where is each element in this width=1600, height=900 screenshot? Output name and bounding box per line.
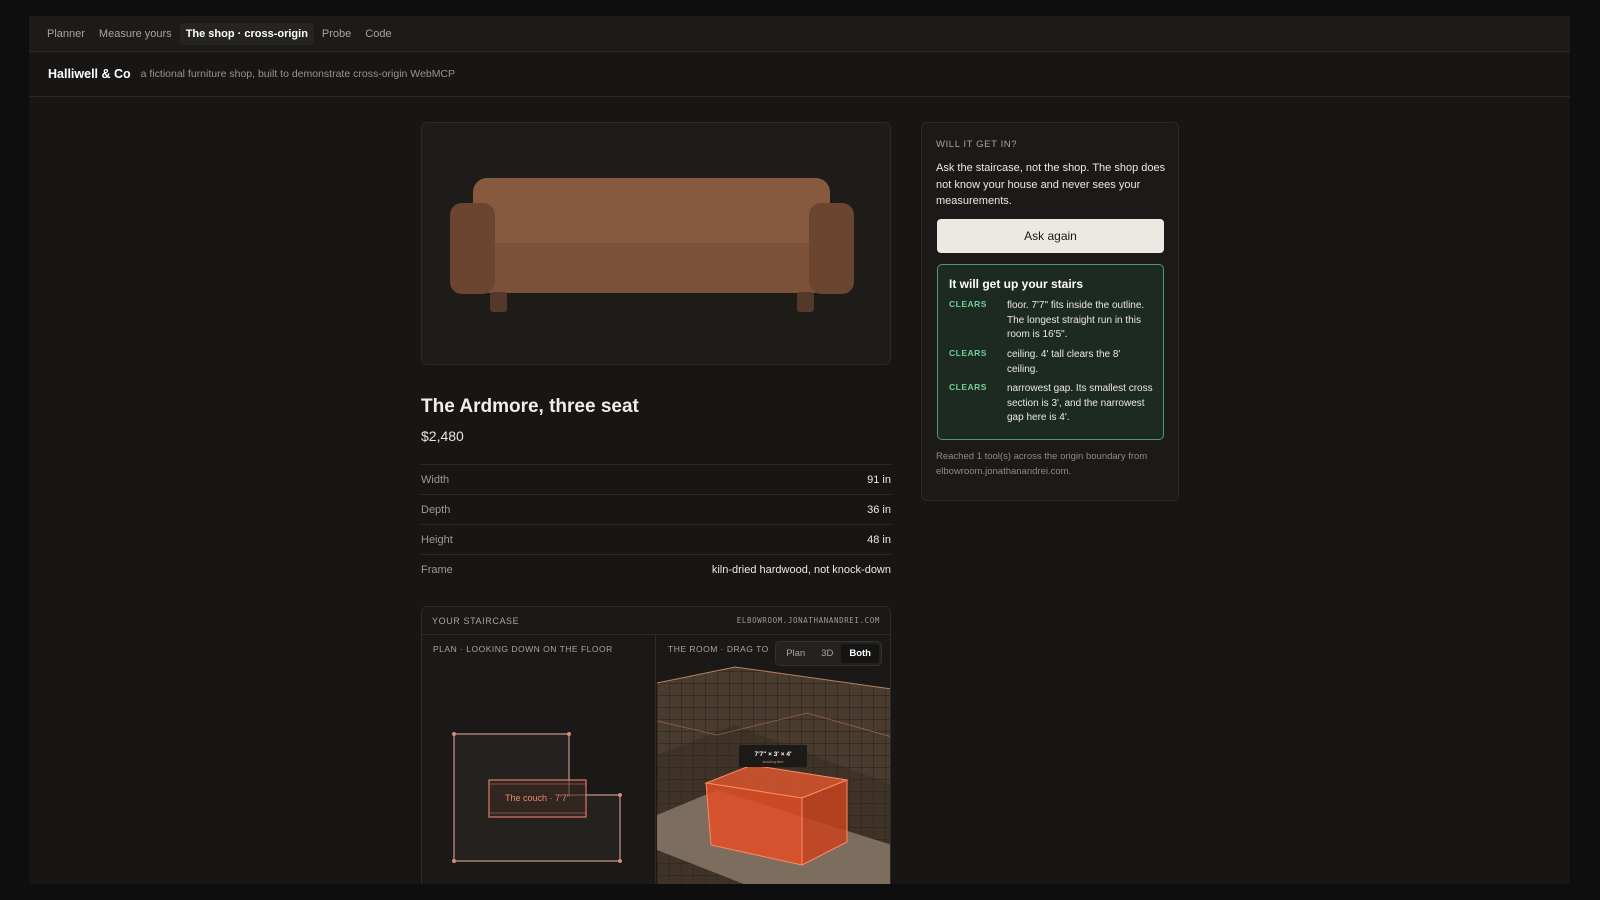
spec-label: Width: [421, 473, 450, 486]
view-toggle-plan[interactable]: Plan: [778, 644, 813, 663]
spec-table: Width 91 in Depth 36 in Height 48 in Fra…: [421, 464, 891, 584]
spec-value: 48 in: [867, 533, 891, 546]
spec-label: Frame: [421, 563, 453, 576]
spec-value: kiln-dried hardwood, not knock-down: [711, 563, 891, 576]
check-text: floor. 7'7" fits inside the outline. The…: [1007, 300, 1145, 341]
spec-row-width: Width 91 in: [421, 464, 891, 494]
check-text: ceiling. 4' tall clears the 8' ceiling.: [1007, 349, 1121, 375]
view-toggle-both[interactable]: Both: [841, 644, 879, 663]
fit-check-panel: WILL IT GET IN? Ask the staircase, not t…: [921, 122, 1179, 501]
view-toggle: Plan 3D Both: [775, 641, 882, 666]
spec-label: Depth: [421, 503, 451, 516]
brand-name: Halliwell & Co: [48, 67, 131, 81]
fit-check-heading: WILL IT GET IN?: [936, 139, 1018, 150]
tab-planner[interactable]: Planner: [41, 23, 91, 45]
spec-row-height: Height 48 in: [421, 524, 891, 554]
check-status-badge: CLEARS: [949, 382, 987, 392]
staircase-title: YOUR STAIRCASE: [432, 615, 520, 626]
staircase-panel: YOUR STAIRCASE ELBOWROOM.JONATHANANDREI.…: [421, 606, 891, 884]
spec-value: 91 in: [867, 473, 891, 486]
plan-couch-label: The couch · 7'7": [505, 793, 570, 803]
check-status-badge: CLEARS: [949, 299, 987, 309]
tab-the-shop[interactable]: The shop · cross-origin: [179, 22, 314, 45]
plan-canvas[interactable]: The couch · 7'7": [422, 635, 656, 884]
check-status-badge: CLEARS: [949, 348, 987, 358]
product-title: The Ardmore, three seat: [421, 396, 639, 417]
room-3d-view[interactable]: 7'7" × 3' × 4' touching item THE ROOM · …: [657, 635, 891, 884]
fit-result-card: It will get up your stairs CLEARS floor.…: [937, 264, 1164, 440]
brand-tagline: a fictional furniture shop, built to dem…: [140, 68, 456, 80]
room-view-label: THE ROOM · DRAG TO: [668, 644, 769, 654]
tab-measure-yours[interactable]: Measure yours: [93, 23, 178, 45]
brand-bar: Halliwell & Co a fictional furniture sho…: [29, 52, 1570, 97]
tab-code[interactable]: Code: [359, 23, 397, 45]
dimension-sublabel: touching item: [763, 760, 784, 764]
room-canvas[interactable]: 7'7" × 3' × 4' touching item: [657, 635, 891, 884]
couch-illustration: [450, 178, 854, 312]
spec-row-depth: Depth 36 in: [421, 494, 891, 524]
ask-again-button[interactable]: Ask again: [937, 219, 1164, 253]
spec-value: 36 in: [867, 503, 891, 516]
product-image: [421, 122, 891, 365]
view-toggle-3d[interactable]: 3D: [813, 644, 841, 663]
spec-label: Height: [421, 533, 453, 546]
dimension-label: 7'7" × 3' × 4': [755, 751, 792, 758]
spec-row-frame: Frame kiln-dried hardwood, not knock-dow…: [421, 554, 891, 584]
staircase-domain: ELBOWROOM.JONATHANANDREI.COM: [736, 616, 880, 625]
top-nav: Planner Measure yours The shop · cross-o…: [29, 16, 1570, 52]
fit-check-description: Ask the staircase, not the shop. The sho…: [936, 162, 1166, 207]
staircase-header: YOUR STAIRCASE ELBOWROOM.JONATHANANDREI.…: [422, 607, 890, 635]
app-frame: Planner Measure yours The shop · cross-o…: [29, 16, 1570, 884]
plan-view[interactable]: PLAN · LOOKING DOWN ON THE FLOOR The cou…: [422, 635, 656, 884]
origin-footer-note: Reached 1 tool(s) across the origin boun…: [936, 451, 1148, 477]
tab-probe[interactable]: Probe: [316, 23, 357, 45]
product-price: $2,480: [421, 428, 464, 444]
fit-result-title: It will get up your stairs: [949, 277, 1084, 291]
check-text: narrowest gap. Its smallest cross sectio…: [1007, 383, 1153, 424]
